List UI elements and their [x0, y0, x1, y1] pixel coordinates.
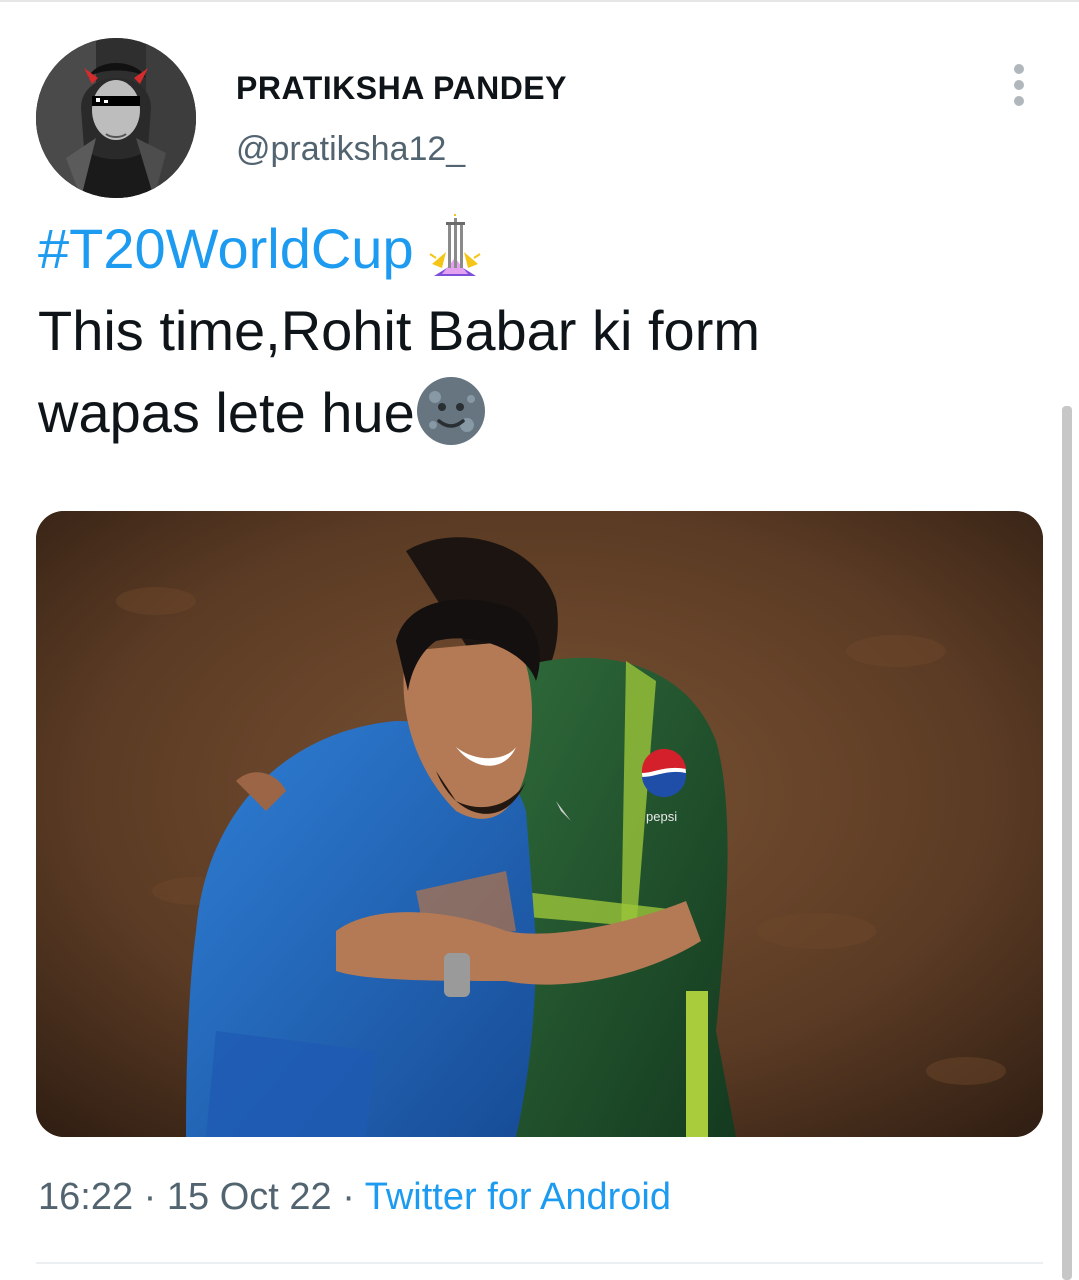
tweet-text: #T20WorldCup This time,Rohit Babar ki fo…	[38, 208, 1038, 454]
meta-separator-2: ·	[342, 1176, 355, 1218]
avatar[interactable]	[36, 38, 196, 198]
tweet-media-image[interactable]: pepsi	[36, 511, 1043, 1137]
tweet-date[interactable]: 15 Oct 22	[167, 1176, 332, 1218]
top-divider	[0, 0, 1079, 2]
hashtag-link[interactable]: #T20WorldCup	[38, 217, 414, 280]
scrollbar[interactable]	[1062, 406, 1072, 1280]
tweet-text-line-2-text: wapas lete hue	[38, 381, 415, 444]
trophy-icon	[429, 214, 481, 277]
cricket-players-photo: pepsi	[36, 511, 1043, 1137]
tweet-text-line-2: wapas lete hue	[38, 372, 1038, 454]
new-moon-face-icon	[416, 377, 485, 446]
meta-separator-1: ·	[143, 1176, 157, 1218]
pepsi-logo-text: pepsi	[646, 809, 677, 824]
tweet-detail: PRATIKSHA PANDEY @pratiksha12_ #T20World…	[0, 0, 1079, 1280]
tweet-source-link[interactable]: Twitter for Android	[365, 1176, 671, 1218]
tweet-time[interactable]: 16:22	[38, 1176, 133, 1218]
tweet-text-line-1: This time,Rohit Babar ki form	[38, 299, 760, 362]
display-name[interactable]: PRATIKSHA PANDEY	[236, 70, 567, 107]
more-options-icon[interactable]	[1006, 64, 1032, 108]
bottom-divider	[36, 1262, 1043, 1264]
user-handle[interactable]: @pratiksha12_	[236, 130, 465, 169]
avatar-image	[36, 38, 196, 198]
tweet-metadata: 16:22 · 15 Oct 22 · Twitter for Android	[38, 1176, 671, 1219]
tweet-text-line-hashtag: #T20WorldCup	[38, 208, 1038, 290]
